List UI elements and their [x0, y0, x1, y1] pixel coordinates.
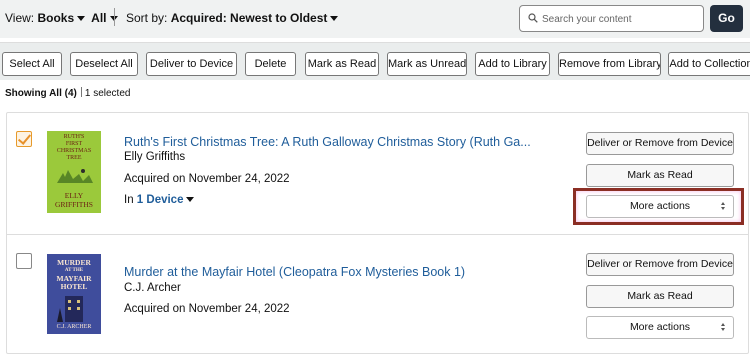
book-author: Elly Griffiths	[124, 151, 186, 163]
divider	[114, 8, 115, 26]
go-button[interactable]: Go	[710, 5, 743, 32]
library-toolbar: View: Books All Sort by: Acquired: Newest…	[0, 0, 750, 38]
more-actions-select[interactable]: More actions	[586, 316, 734, 339]
highlight-annotation	[573, 188, 744, 225]
mark-as-read-button[interactable]: Mark as Read	[586, 164, 734, 187]
sort-dropdown[interactable]: Sort by: Acquired: Newest to Oldest	[126, 11, 344, 25]
search-icon	[528, 13, 538, 23]
add-to-collection-button[interactable]: Add to Collection	[668, 52, 750, 76]
mark-as-read-button[interactable]: Mark as Read	[305, 52, 379, 76]
item-checkbox[interactable]	[16, 253, 32, 269]
bulk-actions-bar: Select All Deselect All Deliver to Devic…	[0, 42, 750, 80]
view-filter-dropdown[interactable]: All	[91, 11, 106, 25]
hotel-illustration-icon	[57, 296, 83, 322]
deliver-or-remove-button[interactable]: Deliver or Remove from Device	[586, 132, 734, 155]
select-arrows-icon	[721, 323, 726, 332]
chevron-down-icon	[330, 15, 339, 21]
book-author: C.J. Archer	[124, 282, 181, 294]
book-title-link[interactable]: Ruth's First Christmas Tree: A Ruth Gall…	[124, 135, 531, 149]
showing-count: Showing All (4)	[5, 88, 77, 99]
book-cover-image: MURDER AT THE MAYFAIR HOTEL C.J. ARCHER	[47, 254, 101, 334]
chevron-down-icon	[77, 15, 86, 21]
sort-value: Acquired: Newest to Oldest	[170, 11, 328, 25]
search-box[interactable]	[519, 5, 704, 32]
add-to-library-button[interactable]: Add to Library	[475, 52, 550, 76]
book-cover-image: RUTH'S FIRST CHRISTMAS TREE ELLY GRIFFIT…	[47, 131, 101, 213]
acquired-date: Acquired on November 24, 2022	[124, 173, 290, 185]
mark-as-read-button[interactable]: Mark as Read	[586, 285, 734, 308]
devices-dropdown-link[interactable]: 1 Device	[137, 194, 184, 206]
view-filter[interactable]: View: Books All	[5, 11, 124, 25]
divider	[80, 87, 82, 97]
search-input[interactable]	[542, 10, 700, 28]
delete-button[interactable]: Delete	[245, 52, 296, 76]
selected-count: 1 selected	[84, 88, 131, 99]
view-type-dropdown[interactable]: Books	[37, 11, 74, 25]
row-divider	[6, 234, 749, 235]
deliver-or-remove-button[interactable]: Deliver or Remove from Device	[586, 253, 734, 276]
acquired-date: Acquired on November 24, 2022	[124, 303, 290, 315]
devices-info: In 1 Device	[124, 194, 195, 206]
book-title-link[interactable]: Murder at the Mayfair Hotel (Cleopatra F…	[124, 265, 465, 279]
remove-from-library-button[interactable]: Remove from Library	[558, 52, 661, 76]
select-all-button[interactable]: Select All	[2, 52, 62, 76]
chevron-down-icon	[186, 197, 195, 203]
deselect-all-button[interactable]: Deselect All	[70, 52, 138, 76]
selection-status: Showing All (4) 1 selected	[5, 87, 130, 99]
deliver-to-device-button[interactable]: Deliver to Device	[146, 52, 237, 76]
item-checkbox-checked[interactable]	[16, 131, 32, 147]
tree-illustration-icon	[57, 169, 93, 183]
mark-as-unread-button[interactable]: Mark as Unread	[387, 52, 467, 76]
